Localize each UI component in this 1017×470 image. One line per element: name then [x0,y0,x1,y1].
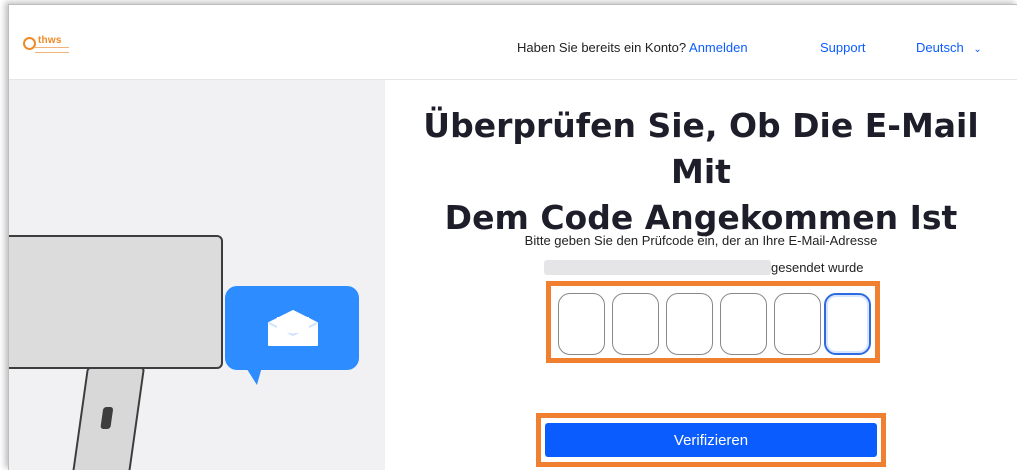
envelope-icon [268,310,318,346]
code-digit-6[interactable] [824,293,871,355]
chat-bubble-tail [243,363,267,385]
description-line-1: Bitte geben Sie den Prüfcode ein, der an… [524,233,878,248]
account-prompt: Haben Sie bereits ein Konto? Anmelden [517,40,748,55]
logo-text: thws [38,35,62,46]
title-line-1: Überprüfen Sie, Ob Die E-Mail Mit [423,106,979,191]
code-digit-2[interactable] [612,293,659,355]
support-link[interactable]: Support [820,40,866,55]
description-line-2: gesendet wurde [391,257,1011,277]
code-digit-1[interactable] [558,293,605,355]
support-nav: Support [820,40,866,55]
language-selector[interactable]: Deutsch ⌄ [916,40,982,55]
sent-suffix: gesendet wurde [771,260,864,275]
top-header: thws Haben Sie bereits ein Konto? Anmeld… [9,5,1017,80]
verify-button[interactable]: Verifizieren [545,423,877,457]
code-digit-5[interactable] [774,293,821,355]
monitor-illustration [9,235,223,369]
stand-hole [100,407,114,429]
code-digit-3[interactable] [666,293,713,355]
chevron-down-icon: ⌄ [973,44,982,55]
account-question: Haben Sie bereits ein Konto? [517,40,687,55]
thws-logo[interactable]: thws [23,35,69,53]
code-digit-4[interactable] [720,293,767,355]
app-window: thws Haben Sie bereits ein Konto? Anmeld… [8,4,1017,470]
page-title: Überprüfen Sie, Ob Die E-Mail Mit Dem Co… [391,103,1011,241]
login-link[interactable]: Anmelden [689,40,748,55]
logo-subtitle-lines [35,47,69,53]
redacted-email [544,260,771,275]
language-label: Deutsch [916,40,964,55]
